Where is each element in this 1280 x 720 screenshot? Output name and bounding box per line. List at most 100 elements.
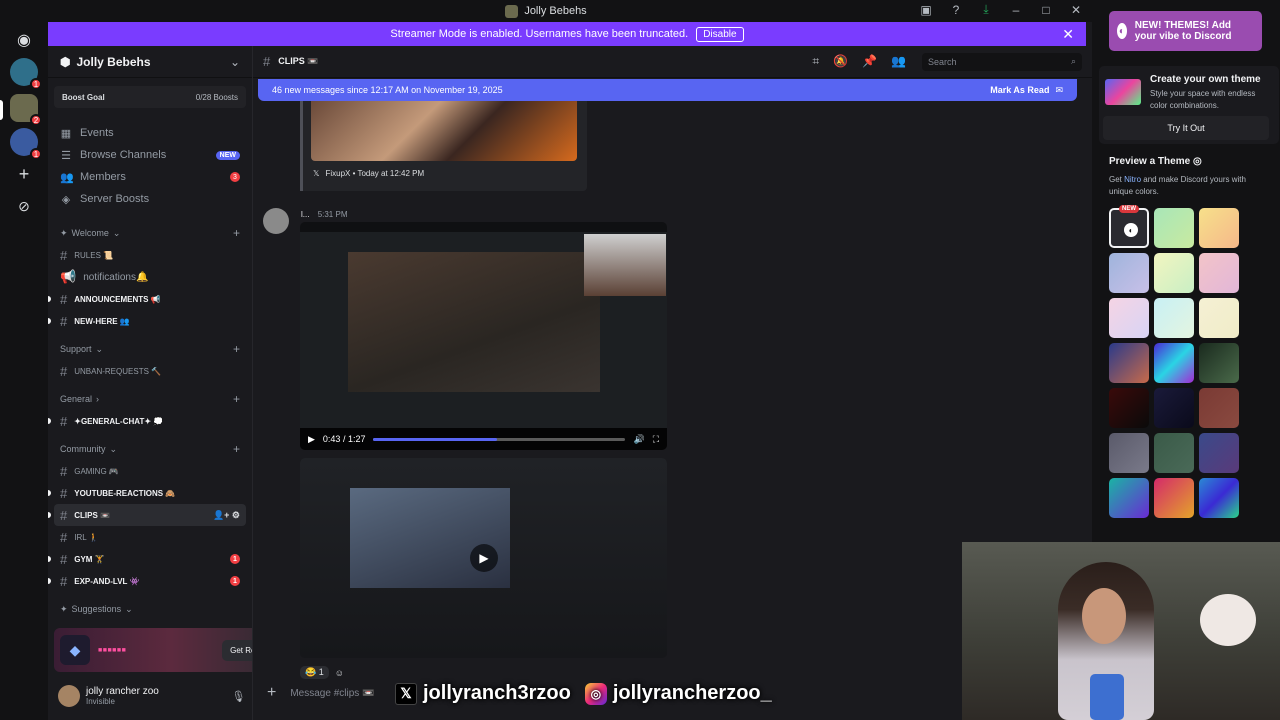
- channel-unban-requests[interactable]: # UNBAN-REQUESTS 🔨: [54, 360, 246, 382]
- theme-swatch[interactable]: [1154, 208, 1194, 248]
- help-icon[interactable]: ?: [948, 3, 964, 17]
- channel-label: UNBAN-REQUESTS 🔨: [74, 366, 162, 376]
- channel-new-here[interactable]: # NEW-HERE 👥: [48, 310, 246, 332]
- channel-rules[interactable]: # RULES 📜: [54, 244, 246, 266]
- theme-swatch[interactable]: [1154, 298, 1194, 338]
- channel-notifications[interactable]: 📢 notifications🔔: [54, 266, 246, 288]
- channel-gaming[interactable]: # GAMING 🎮: [54, 460, 246, 482]
- threads-icon[interactable]: ⌗: [812, 54, 819, 69]
- disable-button[interactable]: Disable: [696, 26, 744, 42]
- theme-swatch[interactable]: [1109, 478, 1149, 518]
- theme-swatch[interactable]: [1199, 298, 1239, 338]
- channel-settings-icons[interactable]: 👤+ ⚙: [213, 510, 240, 521]
- video-progress[interactable]: [373, 437, 626, 441]
- theme-swatch[interactable]: [1199, 478, 1239, 518]
- add-channel-icon[interactable]: +: [233, 226, 240, 240]
- category-label: General: [60, 394, 93, 404]
- video-attachment[interactable]: ▶ 0:43 / 1:27 🔊 ⛶: [300, 222, 667, 450]
- browse-icon: ☰: [61, 149, 71, 162]
- theme-swatch[interactable]: [1199, 433, 1239, 473]
- theme-swatch[interactable]: [1109, 253, 1149, 293]
- nitro-link[interactable]: Nitro: [1124, 175, 1141, 184]
- header-icons: ⌗ 🔕 📌 👥: [812, 54, 906, 69]
- server-avatar-1[interactable]: 1: [10, 58, 42, 90]
- hash-icon: #: [60, 363, 68, 379]
- theme-swatch[interactable]: [1199, 343, 1239, 383]
- add-channel-icon[interactable]: +: [233, 442, 240, 456]
- pin-icon[interactable]: 📌: [862, 54, 877, 69]
- microphone-icon[interactable]: 🎙: [231, 690, 245, 703]
- theme-swatch[interactable]: [1154, 253, 1194, 293]
- theme-swatch[interactable]: [1154, 478, 1194, 518]
- discord-home-icon[interactable]: ◉: [10, 26, 38, 54]
- theme-swatch[interactable]: [1109, 343, 1149, 383]
- theme-swatch[interactable]: [1109, 388, 1149, 428]
- hash-icon: #: [60, 247, 68, 263]
- channel-gym[interactable]: # GYM 🏋 1: [48, 548, 246, 570]
- fullscreen-icon[interactable]: ⛶: [653, 434, 659, 445]
- inbox-icon[interactable]: ▣: [918, 3, 934, 17]
- add-channel-icon[interactable]: +: [233, 342, 240, 356]
- theme-swatch[interactable]: [1199, 388, 1239, 428]
- message-author[interactable]: l...: [301, 210, 309, 219]
- add-server-icon[interactable]: +: [10, 160, 38, 188]
- channel-announcements[interactable]: # ANNOUNCEMENTS 📢: [48, 288, 246, 310]
- minimize-icon[interactable]: –: [1008, 3, 1024, 17]
- boost-goal[interactable]: Boost Goal 0/28 Boosts: [54, 86, 246, 108]
- theme-swatch[interactable]: NEW ◐: [1109, 205, 1149, 248]
- category-welcome[interactable]: ✦ Welcome ⌄ +: [54, 222, 246, 244]
- new-messages-bar[interactable]: 46 new messages since 12:17 AM on Novemb…: [258, 79, 1077, 101]
- server-avatar-3[interactable]: 1: [10, 128, 42, 160]
- theme-swatch[interactable]: [1109, 433, 1149, 473]
- try-it-out-button[interactable]: Try It Out: [1103, 116, 1269, 140]
- close-window-icon[interactable]: ✕: [1068, 3, 1084, 17]
- play-icon[interactable]: ▶: [308, 434, 315, 445]
- search-placeholder: Search: [928, 56, 957, 67]
- server-badge: 1: [30, 148, 42, 160]
- attach-icon[interactable]: +: [267, 684, 276, 702]
- themes-promo[interactable]: ◐ NEW! THEMES! Add your vibe to Discord: [1109, 11, 1262, 51]
- add-reaction-icon[interactable]: ☺: [335, 668, 344, 678]
- theme-swatch[interactable]: [1154, 343, 1194, 383]
- member-list-icon[interactable]: 👥: [891, 54, 906, 69]
- nav-browse-channels[interactable]: ☰ Browse Channels NEW: [54, 144, 246, 166]
- guild-header[interactable]: ⬢ Jolly Bebehs ⌄: [48, 46, 252, 78]
- discover-icon[interactable]: ⊘: [10, 192, 38, 220]
- volume-icon[interactable]: 🔊: [633, 434, 644, 445]
- theme-swatch[interactable]: [1154, 388, 1194, 428]
- video-attachment-2[interactable]: ▶: [300, 458, 667, 658]
- x-logo-icon: 𝕏: [313, 169, 320, 178]
- embed-image[interactable]: [311, 101, 577, 161]
- mark-as-read-button[interactable]: Mark As Read: [990, 85, 1049, 95]
- avatar[interactable]: [58, 685, 80, 707]
- channel-exp-and-lvl[interactable]: # EXP-AND-LVL 👾 1: [48, 570, 246, 592]
- search-input[interactable]: Search ⌕: [922, 52, 1082, 71]
- maximize-icon[interactable]: □: [1038, 3, 1054, 17]
- avatar[interactable]: [263, 208, 289, 234]
- add-channel-icon[interactable]: +: [233, 392, 240, 406]
- user-info[interactable]: jolly rancher zoo Invisible: [86, 686, 159, 706]
- close-banner-icon[interactable]: ✕: [1062, 26, 1074, 43]
- desc-part: Get: [1109, 175, 1125, 184]
- chat-header: # CLIPS 📼 ⌗ 🔕 📌 👥 Search ⌕: [253, 46, 1092, 78]
- nav-label: Server Boosts: [80, 193, 150, 205]
- channel-clips[interactable]: # CLIPS 📼 👤+ ⚙: [48, 504, 246, 526]
- nav-server-boosts[interactable]: ◈ Server Boosts: [54, 188, 246, 210]
- mute-icon[interactable]: 🔕: [833, 54, 848, 69]
- theme-swatch[interactable]: [1109, 298, 1149, 338]
- theme-swatch[interactable]: [1199, 208, 1239, 248]
- channel-general-chat[interactable]: # ✦GENERAL-CHAT✦ 💭: [48, 410, 246, 432]
- category-community[interactable]: Community ⌄ +: [54, 438, 246, 460]
- server-avatar-jolly[interactable]: 2: [10, 94, 42, 126]
- category-support[interactable]: Support ⌄ +: [54, 338, 246, 360]
- nav-events[interactable]: ▦ Events: [54, 122, 246, 144]
- download-icon[interactable]: ⤓: [978, 2, 994, 17]
- theme-swatch[interactable]: [1199, 253, 1239, 293]
- channel-youtube-reactions[interactable]: # YOUTUBE-REACTIONS 🙈: [48, 482, 246, 504]
- nav-members[interactable]: 👥 Members 3: [54, 166, 246, 188]
- channel-irl[interactable]: # IRL 🚶: [54, 526, 246, 548]
- theme-swatch[interactable]: [1154, 433, 1194, 473]
- category-general[interactable]: General › +: [54, 388, 246, 410]
- play-icon[interactable]: ▶: [470, 544, 498, 572]
- category-suggestions[interactable]: ✦ Suggestions ⌄: [54, 598, 246, 620]
